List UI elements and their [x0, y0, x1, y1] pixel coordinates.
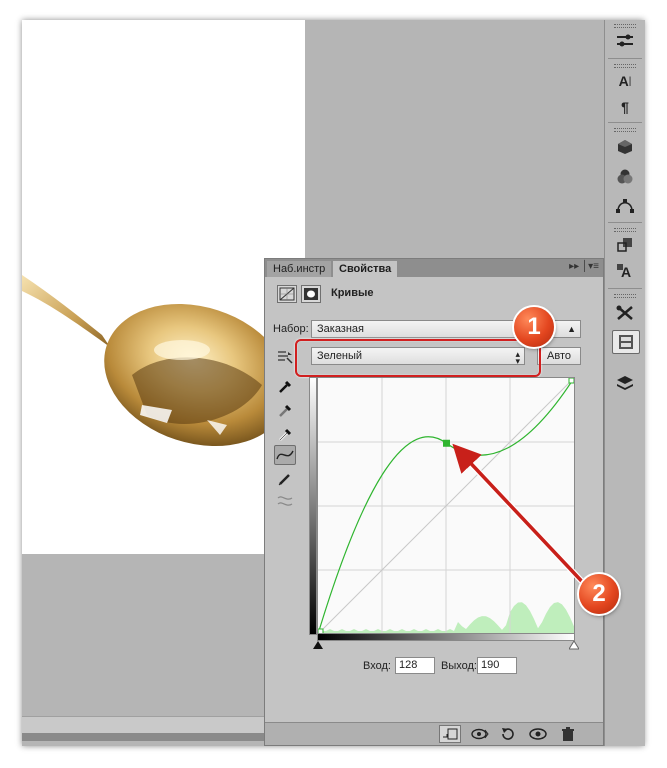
view-previous-icon[interactable] [469, 725, 491, 743]
curves-adjustment-icon[interactable] [277, 285, 297, 303]
clone-source-icon[interactable] [612, 234, 638, 256]
channel-highlight-frame [295, 339, 541, 377]
panel-tabbar: Наб.инстр Свойства ▸▸ │▾≡ [265, 259, 603, 277]
spoon-image [22, 275, 290, 447]
paragraph-icon[interactable]: ¶ [612, 96, 638, 118]
black-point-slider-icon[interactable] [313, 641, 323, 650]
canvas-bottom-strip [22, 716, 264, 741]
white-point-eyedropper-icon[interactable] [274, 425, 296, 445]
input-field[interactable]: 128 [395, 657, 435, 674]
curve-points-icon[interactable] [274, 445, 296, 465]
input-label: Вход: [363, 660, 391, 672]
adjustment-title: Кривые [331, 287, 374, 299]
smooth-icon[interactable] [274, 491, 296, 511]
properties-icon[interactable] [612, 330, 640, 354]
trash-icon[interactable] [557, 725, 579, 743]
panel-menu-icon[interactable]: ▸▸ │▾≡ [569, 261, 599, 272]
styles-icon[interactable]: A [612, 260, 638, 282]
clip-to-layer-icon[interactable] [439, 725, 461, 743]
tab-properties[interactable]: Свойства [333, 261, 398, 277]
annotation-badge-2: 2 [579, 574, 619, 614]
reset-icon[interactable] [497, 725, 519, 743]
input-gradient-bar [317, 633, 575, 641]
select-arrows-icon: ▲ [567, 324, 576, 334]
properties-header: Кривые [265, 279, 603, 309]
output-label: Выход: [441, 660, 477, 672]
auto-button[interactable]: Авто [537, 347, 581, 365]
adjustments-icon[interactable] [612, 30, 638, 52]
tools-preset-icon[interactable] [612, 302, 638, 324]
annotation-badge-1: 1 [514, 307, 554, 347]
layers-icon[interactable] [612, 372, 638, 394]
paths-icon[interactable] [612, 194, 638, 216]
preset-label: Набор: [273, 323, 309, 335]
on-image-adjust-icon[interactable] [274, 347, 296, 367]
right-dock: A | ¶ A [604, 20, 645, 746]
mask-icon[interactable] [301, 285, 321, 303]
pencil-icon[interactable] [274, 469, 296, 489]
materials-icon[interactable] [612, 165, 638, 187]
character-icon[interactable]: A | [612, 70, 638, 92]
tab-tool-presets[interactable]: Наб.инстр [267, 261, 332, 277]
black-point-eyedropper-icon[interactable] [274, 377, 296, 397]
preset-value: Заказная [317, 323, 365, 335]
curve-point[interactable] [568, 378, 574, 384]
panel-footer [265, 722, 603, 745]
gray-point-eyedropper-icon[interactable] [274, 401, 296, 421]
output-gradient-bar [309, 377, 317, 635]
3d-icon[interactable] [612, 136, 638, 158]
output-field[interactable]: 190 [477, 657, 517, 674]
annotation-arrow [452, 443, 593, 593]
white-point-slider-icon[interactable] [569, 641, 579, 650]
visibility-icon[interactable] [527, 725, 549, 743]
